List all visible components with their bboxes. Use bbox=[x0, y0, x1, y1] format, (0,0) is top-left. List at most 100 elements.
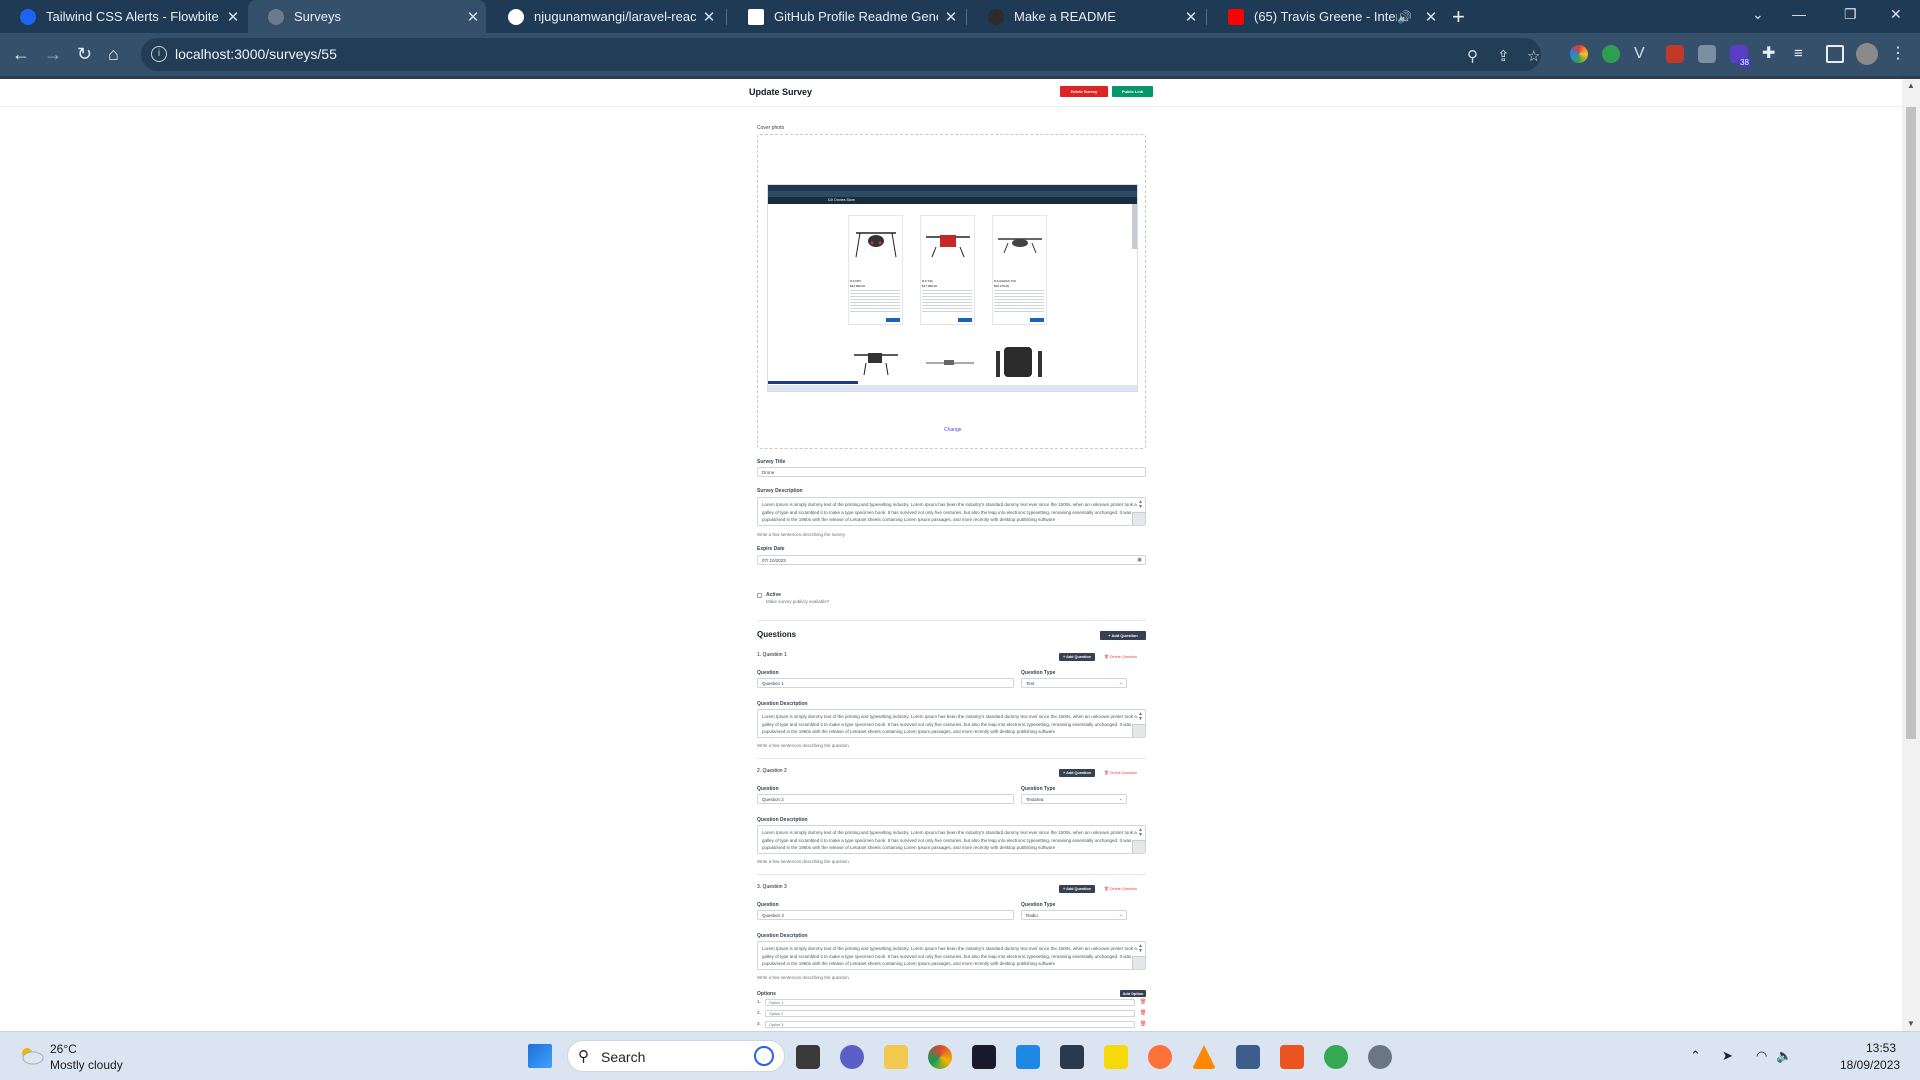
cover-photo-dropzone[interactable]: DJI Drones Store DJI FPV $24,999.00 DJI … bbox=[757, 134, 1146, 449]
scrollbar-thumb[interactable] bbox=[1906, 107, 1916, 739]
scroll-up-arrow-icon[interactable]: ▲ bbox=[1907, 81, 1915, 90]
windows-start-icon[interactable] bbox=[528, 1044, 552, 1068]
weather-temperature[interactable]: 26°C bbox=[50, 1042, 77, 1056]
chevron-up-icon[interactable]: ⌃ bbox=[1690, 1048, 1701, 1064]
option-input[interactable]: Option 1 bbox=[765, 999, 1135, 1006]
close-tab-icon[interactable]: ✕ bbox=[938, 8, 964, 26]
tab-flowbite[interactable]: Tailwind CSS Alerts - Flowbite ✕ bbox=[0, 0, 246, 33]
ubuntu-icon[interactable] bbox=[1280, 1045, 1304, 1069]
question-input[interactable]: Question 1 bbox=[757, 678, 1014, 688]
close-tab-icon[interactable]: ✕ bbox=[460, 8, 486, 26]
add-option-button[interactable]: Add Option bbox=[1120, 990, 1146, 997]
minimize-button[interactable]: — bbox=[1792, 6, 1806, 22]
vlc-icon[interactable] bbox=[1192, 1045, 1216, 1069]
home-icon[interactable]: ⌂ bbox=[108, 44, 119, 64]
resize-handle[interactable] bbox=[1132, 512, 1145, 525]
textarea-spinner-icon[interactable]: ▲ ▼ bbox=[1138, 944, 1143, 954]
add-question-button[interactable]: + Add Question bbox=[1100, 631, 1146, 640]
change-cover-link[interactable]: Change bbox=[944, 427, 962, 433]
site-info-icon[interactable]: i bbox=[151, 46, 167, 62]
virtualbox-icon[interactable] bbox=[1236, 1045, 1260, 1069]
question-type-select[interactable]: Radio ⌄ bbox=[1021, 910, 1127, 920]
trash-icon[interactable]: 🗑 bbox=[1140, 999, 1146, 1005]
speaker-icon[interactable]: 🔈 bbox=[1776, 1048, 1792, 1064]
close-tab-icon[interactable]: ✕ bbox=[696, 8, 722, 26]
resize-handle[interactable] bbox=[1132, 840, 1145, 853]
sticky-notes-icon[interactable] bbox=[1104, 1045, 1128, 1069]
textarea-spinner-icon[interactable]: ▲ ▼ bbox=[1138, 712, 1143, 722]
public-link-button[interactable]: Public Link bbox=[1112, 86, 1153, 97]
location-arrow-icon[interactable]: ➤ bbox=[1722, 1048, 1733, 1064]
delete-question-button[interactable]: 🗑 Delete Question bbox=[1104, 770, 1137, 775]
chrome-icon[interactable] bbox=[928, 1045, 952, 1069]
settings-gear-icon[interactable] bbox=[1368, 1045, 1392, 1069]
back-icon[interactable]: ← bbox=[12, 44, 30, 64]
file-explorer-icon[interactable] bbox=[884, 1045, 908, 1069]
scroll-down-arrow-icon[interactable]: ▼ bbox=[1907, 1019, 1915, 1028]
close-tab-icon[interactable]: ✕ bbox=[1418, 8, 1444, 26]
close-tab-icon[interactable]: ✕ bbox=[1178, 8, 1204, 26]
vscode-icon[interactable] bbox=[1016, 1045, 1040, 1069]
active-checkbox[interactable] bbox=[757, 593, 762, 598]
reload-icon[interactable]: ↻ bbox=[77, 44, 92, 64]
v-extension-icon[interactable]: V bbox=[1634, 45, 1652, 63]
page-scrollbar[interactable]: ▲ ▼ bbox=[1902, 79, 1920, 1031]
color-extension-icon[interactable] bbox=[1570, 45, 1588, 63]
question-description-textarea[interactable]: Lorem Ipsum is simply dummy text of the … bbox=[757, 709, 1146, 738]
tab-youtube[interactable]: (65) Travis Greene - Intention 🔊 ✕ bbox=[1208, 0, 1444, 33]
address-bar[interactable]: i localhost:3000/surveys/55 ⚲ ⇪ ☆ bbox=[141, 38, 1541, 71]
expire-date-input[interactable]: 07/ 10/2023 ▣ bbox=[757, 555, 1146, 565]
firefox-icon[interactable] bbox=[1148, 1045, 1172, 1069]
question-type-select[interactable]: Textarea ⌄ bbox=[1021, 794, 1127, 804]
check-extension-icon[interactable] bbox=[1602, 45, 1620, 63]
reading-list-icon[interactable]: ≡ bbox=[1794, 45, 1812, 63]
teams-chat-icon[interactable] bbox=[840, 1045, 864, 1069]
phpstorm-icon[interactable] bbox=[972, 1045, 996, 1069]
forward-icon[interactable]: → bbox=[44, 44, 62, 64]
weather-status[interactable]: Mostly cloudy bbox=[50, 1058, 123, 1072]
resize-handle[interactable] bbox=[1132, 724, 1145, 737]
trash-icon[interactable]: 🗑 bbox=[1140, 1010, 1146, 1016]
speaker-icon[interactable]: 🔊 bbox=[1397, 10, 1412, 24]
close-tab-icon[interactable]: ✕ bbox=[220, 8, 246, 26]
taskbar-clock[interactable]: 13:53 18/09/2023 bbox=[1840, 1041, 1900, 1072]
tab-make-readme[interactable]: Make a README ✕ bbox=[968, 0, 1204, 33]
delete-question-button[interactable]: 🗑 Delete Question bbox=[1104, 886, 1137, 891]
add-question-inline-button[interactable]: + Add Question bbox=[1059, 885, 1095, 893]
question-type-select[interactable]: Text ⌄ bbox=[1021, 678, 1127, 688]
trash-icon[interactable]: 🗑 bbox=[1140, 1021, 1146, 1027]
survey-title-input[interactable]: Drone bbox=[757, 467, 1146, 477]
add-question-inline-button[interactable]: + Add Question bbox=[1059, 653, 1095, 661]
terminal-icon[interactable] bbox=[1060, 1045, 1084, 1069]
question-description-textarea[interactable]: Lorem Ipsum is simply dummy text of the … bbox=[757, 825, 1146, 854]
menu-kebab-icon[interactable]: ⋮ bbox=[1890, 45, 1908, 63]
red-extension-icon[interactable] bbox=[1666, 45, 1684, 63]
delete-survey-button[interactable]: Delete Survey bbox=[1060, 86, 1108, 97]
question-description-textarea[interactable]: Lorem Ipsum is simply dummy text of the … bbox=[757, 941, 1146, 970]
side-panel-icon[interactable] bbox=[1826, 45, 1844, 63]
calendar-icon[interactable]: ▣ bbox=[1137, 557, 1142, 563]
question-input[interactable]: Question 3 bbox=[757, 910, 1014, 920]
restore-button[interactable]: ❐ bbox=[1844, 6, 1857, 23]
tab-surveys[interactable]: Surveys ✕ bbox=[248, 0, 486, 33]
task-view-icon[interactable] bbox=[796, 1045, 820, 1069]
zoom-icon[interactable]: ⚲ bbox=[1467, 47, 1478, 65]
delete-question-button[interactable]: 🗑 Delete Question bbox=[1104, 654, 1137, 659]
puzzle-extensions-icon[interactable]: ✚ bbox=[1762, 45, 1780, 63]
textarea-spinner-icon[interactable]: ▲ ▼ bbox=[1138, 828, 1143, 838]
option-input[interactable]: Option 3 bbox=[765, 1021, 1135, 1028]
textarea-spinner-icon[interactable]: ▲ ▼ bbox=[1138, 500, 1143, 510]
option-input[interactable]: Option 2 bbox=[765, 1010, 1135, 1017]
tab-github-repo[interactable]: njugunamwangi/laravel-react-ful ✕ bbox=[488, 0, 722, 33]
new-tab-button[interactable]: + bbox=[1452, 4, 1465, 30]
add-question-inline-button[interactable]: + Add Question bbox=[1059, 769, 1095, 777]
torrent-icon[interactable] bbox=[1324, 1045, 1348, 1069]
tab-readme-generator[interactable]: GitHub Profile Readme Generato ✕ bbox=[728, 0, 964, 33]
tab-search-chevron-icon[interactable]: ⌄ bbox=[1752, 6, 1764, 23]
question-input[interactable]: Question 2 bbox=[757, 794, 1014, 804]
profile-avatar[interactable] bbox=[1856, 43, 1878, 65]
share-icon[interactable]: ⇪ bbox=[1497, 47, 1510, 65]
resize-handle[interactable] bbox=[1132, 956, 1145, 969]
bing-icon[interactable] bbox=[754, 1046, 774, 1066]
wifi-icon[interactable]: ◠ bbox=[1756, 1048, 1767, 1064]
